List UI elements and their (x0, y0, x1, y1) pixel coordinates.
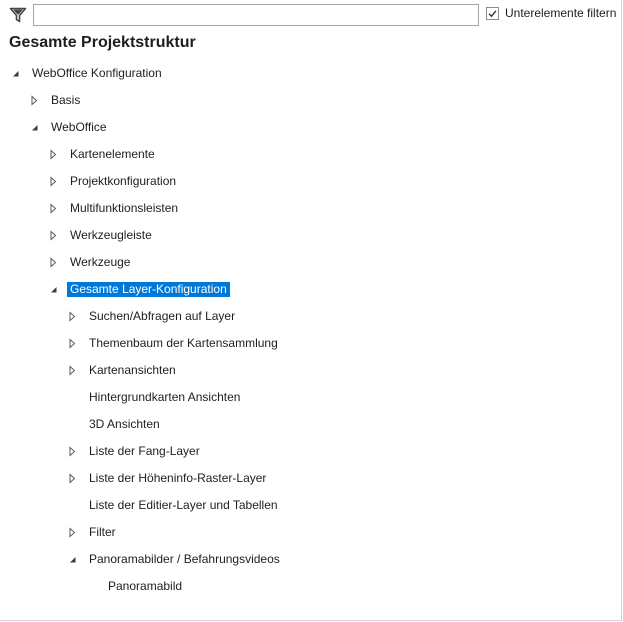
tree-node-label[interactable]: Liste der Fang-Layer (86, 444, 203, 459)
tree-node[interactable]: Panoramabild (86, 573, 185, 600)
tree-node[interactable]: Kartenansichten (67, 357, 179, 384)
filter-input[interactable] (33, 4, 479, 26)
tree-node[interactable]: Hintergrundkarten Ansichten (67, 384, 243, 411)
tree-node[interactable]: WebOffice Konfiguration (10, 60, 165, 87)
expand-arrow-icon[interactable] (48, 176, 59, 187)
tree-node-label[interactable]: Panoramabild (105, 579, 185, 594)
page-title: Gesamte Projektstruktur (9, 34, 196, 51)
expand-arrow-icon[interactable] (67, 527, 78, 538)
expand-arrow-icon[interactable] (48, 203, 59, 214)
tree-node-label[interactable]: Liste der Höheninfo-Raster-Layer (86, 471, 269, 486)
tree-node[interactable]: Multifunktionsleisten (48, 195, 181, 222)
tree-node-label[interactable]: Werkzeugleiste (67, 228, 155, 243)
subelements-filter-checkbox[interactable]: Unterelemente filtern (486, 5, 616, 21)
tree-node-label[interactable]: Panoramabilder / Befahrungsvideos (86, 552, 283, 567)
expand-arrow-icon[interactable] (67, 365, 78, 376)
checkbox-box[interactable] (486, 6, 499, 20)
tree-node-label[interactable]: WebOffice Konfiguration (29, 66, 165, 81)
tree-node-label[interactable]: Filter (86, 525, 119, 540)
collapse-arrow-icon[interactable] (67, 554, 78, 565)
tree-node[interactable]: Themenbaum der Kartensammlung (67, 330, 281, 357)
tree-node[interactable]: Gesamte Layer-Konfiguration (48, 276, 230, 303)
expand-arrow-icon[interactable] (67, 473, 78, 484)
checkmark-icon (488, 9, 497, 17)
expand-arrow-icon[interactable] (67, 338, 78, 349)
tree-node-label[interactable]: Hintergrundkarten Ansichten (86, 390, 243, 405)
tree-node[interactable]: Liste der Fang-Layer (67, 438, 203, 465)
tree-node-label[interactable]: WebOffice (48, 120, 110, 135)
tree-node[interactable]: Panoramabilder / Befahrungsvideos (67, 546, 283, 573)
tree-node-label[interactable]: Kartenansichten (86, 363, 179, 378)
collapse-arrow-icon[interactable] (48, 284, 59, 295)
tree-node-label[interactable]: Suchen/Abfragen auf Layer (86, 309, 238, 324)
tree-node[interactable]: Werkzeuge (48, 249, 133, 276)
tree-node[interactable]: Filter (67, 519, 119, 546)
subelements-filter-label: Unterelemente filtern (505, 6, 617, 20)
tree-node-label[interactable]: 3D Ansichten (86, 417, 163, 432)
collapse-arrow-icon[interactable] (10, 68, 21, 79)
tree-node-label[interactable]: Gesamte Layer-Konfiguration (67, 282, 230, 297)
expand-arrow-icon[interactable] (67, 311, 78, 322)
tree-node-label[interactable]: Projektkonfiguration (67, 174, 179, 189)
expand-arrow-icon[interactable] (48, 230, 59, 241)
filter-bar: Unterelemente filtern (0, 0, 623, 31)
tree-node-label[interactable]: Basis (48, 93, 83, 108)
expand-arrow-icon[interactable] (67, 446, 78, 457)
tree-node[interactable]: Liste der Höheninfo-Raster-Layer (67, 465, 269, 492)
tree-node[interactable]: Werkzeugleiste (48, 222, 155, 249)
expand-arrow-icon[interactable] (48, 257, 59, 268)
filter-funnel-icon[interactable] (9, 6, 27, 24)
tree-node-label[interactable]: Themenbaum der Kartensammlung (86, 336, 281, 351)
expand-arrow-icon[interactable] (29, 95, 40, 106)
tree-node[interactable]: Basis (29, 87, 83, 114)
tree-node-label[interactable]: Liste der Editier-Layer und Tabellen (86, 498, 281, 513)
tree-node[interactable]: Liste der Editier-Layer und Tabellen (67, 492, 281, 519)
tree-node[interactable]: Kartenelemente (48, 141, 158, 168)
tree-node[interactable]: Projektkonfiguration (48, 168, 179, 195)
tree-node-label[interactable]: Multifunktionsleisten (67, 201, 181, 216)
tree-node[interactable]: 3D Ansichten (67, 411, 163, 438)
tree-node-label[interactable]: Kartenelemente (67, 147, 158, 162)
tree-node[interactable]: Suchen/Abfragen auf Layer (67, 303, 238, 330)
collapse-arrow-icon[interactable] (29, 122, 40, 133)
tree-node[interactable]: WebOffice (29, 114, 110, 141)
expand-arrow-icon[interactable] (48, 149, 59, 160)
tree-node-label[interactable]: Werkzeuge (67, 255, 133, 270)
